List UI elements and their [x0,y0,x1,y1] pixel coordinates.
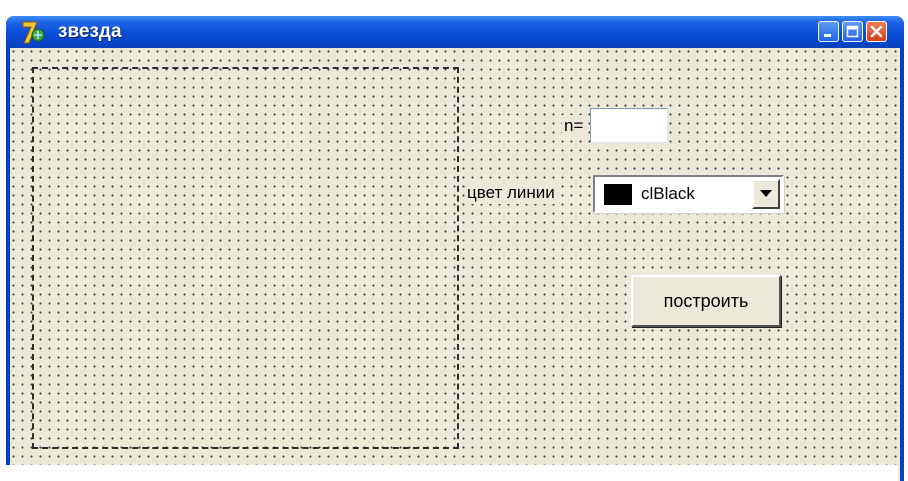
n-input[interactable] [590,108,668,143]
dropdown-arrow-icon [760,190,772,197]
page-bottom [0,465,898,481]
color-select-value: clBlack [641,184,695,203]
line-color-select[interactable]: clBlack [593,175,784,213]
drawing-area [32,67,459,449]
close-button[interactable] [866,21,887,42]
form-client-area: n= цвет линии clBlack построить [10,48,900,481]
color-swatch [604,184,632,205]
maximize-icon [846,25,859,38]
n-label: n= [562,115,586,137]
build-button[interactable]: построить [631,275,781,327]
window-title: звезда [58,21,122,42]
title-bar[interactable]: звезда [6,16,904,48]
minimize-icon [824,34,831,37]
minimize-button[interactable] [818,21,839,42]
close-icon [870,25,883,38]
dropdown-button[interactable] [752,179,780,209]
app-icon [22,21,45,44]
maximize-button[interactable] [842,21,863,42]
color-label: цвет линии [465,182,557,204]
form-window: звезда n= цвет линии clBlack построить [6,16,904,481]
